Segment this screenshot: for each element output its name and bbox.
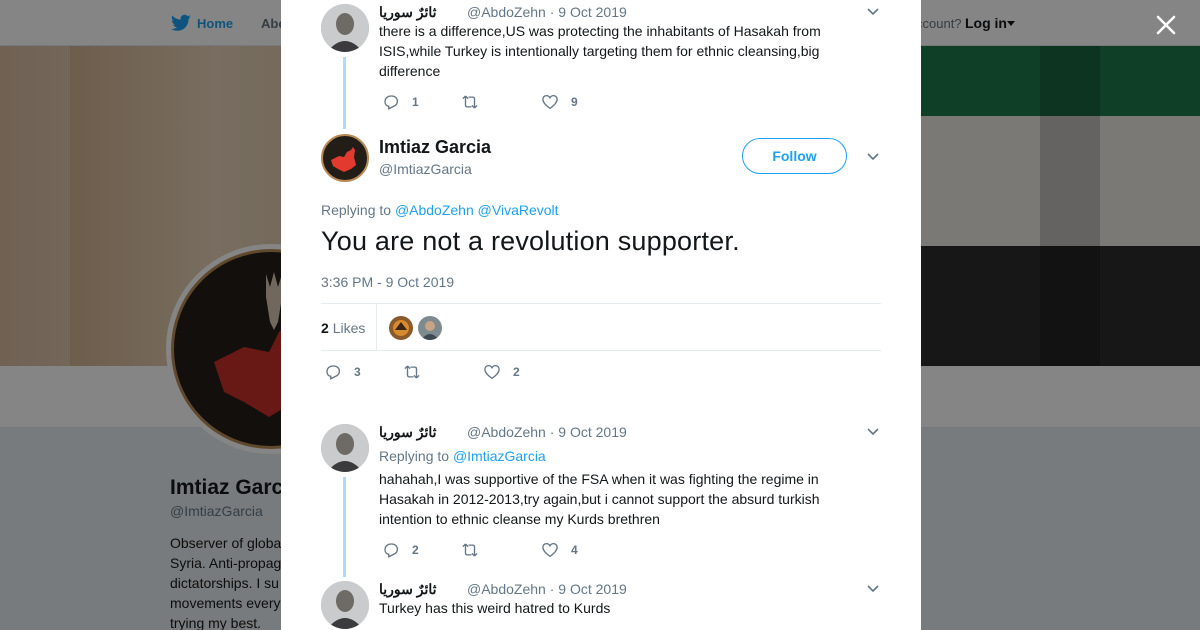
likes-stat-label: Likes [332,320,366,336]
retweet-button[interactable] [461,93,491,111]
likes-stat[interactable]: 2 Likes [321,320,365,336]
chevron-down-icon[interactable] [867,153,879,161]
tweet-text: there is a difference,US was protecting … [379,23,821,79]
tweet-handle[interactable]: @AbdoZehn [467,424,546,440]
reply-icon [384,95,399,110]
reply-icon [326,365,341,380]
liker-avatar[interactable] [418,316,442,340]
avatar[interactable] [321,581,369,629]
like-count: 4 [571,543,578,557]
heart-icon [484,364,500,380]
mention-link[interactable]: @VivaRevolt [478,202,559,218]
heart-icon [542,94,558,110]
person-avatar-icon [321,4,369,52]
replying-to-label: Replying to [321,202,392,218]
retweet-icon [462,543,478,557]
thread-line [343,57,346,129]
follow-button[interactable]: Follow [742,138,847,174]
chevron-down-icon[interactable] [867,8,879,16]
heart-icon [542,542,558,558]
retweet-icon [462,95,478,109]
like-button[interactable]: 9 [541,93,578,111]
tweet-handle[interactable]: @AbdoZehn [467,581,546,597]
chevron-down-icon[interactable] [867,428,879,436]
main-tweet-handle[interactable]: @ImtiazGarcia [379,161,472,177]
like-count: 2 [513,365,520,379]
thread-line [343,477,346,577]
retweet-button[interactable] [403,363,433,381]
reply-count: 3 [354,365,361,379]
reply-button[interactable]: 2 [382,541,419,559]
tweet-stats: 2 Likes [321,303,881,351]
tweet-date[interactable]: 9 Oct 2019 [558,424,627,440]
replying-to-label: Replying to [379,448,450,464]
like-count: 9 [571,95,578,109]
tweet-meta: @AbdoZehn · 9 Oct 2019 [467,4,627,20]
tweet-handle[interactable]: @AbdoZehn [467,4,546,20]
tweet-permalink-modal: ثائرٌ سوريا @AbdoZehn · 9 Oct 2019 there… [281,0,921,630]
like-button[interactable]: 4 [541,541,578,559]
reply-button[interactable]: 3 [324,363,361,381]
stats-divider [376,304,377,350]
liker-avatar[interactable] [389,316,413,340]
retweet-button[interactable] [461,541,491,559]
syria-map-avatar-icon [331,147,356,172]
like-button[interactable]: 2 [483,363,520,381]
avatar[interactable] [321,4,369,52]
reply-count: 1 [412,95,419,109]
person-avatar-icon [321,424,369,472]
person-avatar-icon [321,581,369,629]
replying-to: Replying to @ImtiazGarcia [379,448,546,464]
mention-link[interactable]: @AbdoZehn [395,202,474,218]
tweet-text: hahahah,I was supportive of the FSA when… [379,471,820,527]
tweet-meta: @AbdoZehn · 9 Oct 2019 [467,581,627,597]
main-tweet-avatar[interactable] [321,134,369,182]
reply-button[interactable]: 1 [382,93,419,111]
reply-count: 2 [412,543,419,557]
main-tweet-author-name[interactable]: Imtiaz Garcia [379,137,491,158]
chevron-down-icon[interactable] [867,585,879,593]
tweet-text: Turkey has this weird hatred to Kurds [379,600,611,616]
reply-icon [384,543,399,558]
replying-to: Replying to @AbdoZehn @VivaRevolt [321,202,559,218]
main-tweet-timestamp[interactable]: 3:36 PM - 9 Oct 2019 [321,274,454,290]
tweet-date[interactable]: 9 Oct 2019 [558,581,627,597]
tweet-date[interactable]: 9 Oct 2019 [558,4,627,20]
mention-link[interactable]: @ImtiazGarcia [453,448,546,464]
tweet-author-name[interactable]: ثائرٌ سوريا [379,424,437,441]
tweet-author-name[interactable]: ثائرٌ سوريا [379,581,437,598]
tweet-meta: @AbdoZehn · 9 Oct 2019 [467,424,627,440]
main-tweet-text: You are not a revolution supporter. [321,226,740,256]
close-icon[interactable] [1154,13,1178,37]
retweet-icon [404,365,420,379]
avatar[interactable] [321,424,369,472]
likes-stat-count: 2 [321,320,329,336]
tweet-author-name[interactable]: ثائرٌ سوريا [379,4,437,21]
